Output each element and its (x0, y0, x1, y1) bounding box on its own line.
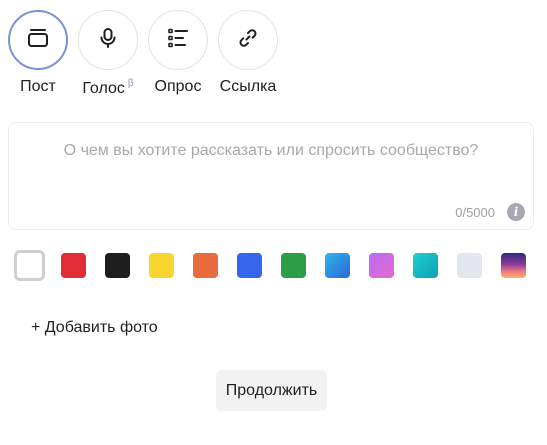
color-swatch-black[interactable] (105, 253, 130, 278)
post-text-input[interactable]: О чем вы хотите рассказать или спросить … (9, 142, 533, 160)
color-swatch-light-gray[interactable] (457, 253, 482, 278)
info-icon[interactable]: i (507, 203, 525, 221)
color-swatch-green[interactable] (281, 253, 306, 278)
post-compose-box[interactable]: О чем вы хотите рассказать или спросить … (8, 122, 534, 230)
color-swatch-sky-gradient[interactable] (325, 253, 350, 278)
color-swatch-yellow[interactable] (149, 253, 174, 278)
color-swatch-white[interactable] (14, 250, 45, 281)
color-swatch-orange[interactable] (193, 253, 218, 278)
add-photo-button[interactable]: + Добавить фото (31, 319, 158, 337)
color-swatch-blue[interactable] (237, 253, 262, 278)
post-type-poll-circle (148, 10, 208, 70)
post-type-voice-circle (78, 10, 138, 70)
microphone-icon (98, 27, 118, 54)
color-swatch-red[interactable] (61, 253, 86, 278)
post-type-link-button[interactable]: Ссылка (212, 10, 284, 100)
background-color-picker (14, 250, 534, 282)
post-type-link-circle (218, 10, 278, 70)
post-type-voice-label-text: Голос (82, 80, 125, 97)
poll-list-icon (167, 27, 189, 54)
post-type-selector: Пост Голос β Опрос Ссылка (0, 10, 300, 100)
post-type-link-label: Ссылка (219, 78, 277, 95)
color-swatch-violet-gradient[interactable] (369, 253, 394, 278)
color-swatch-teal-gradient[interactable] (413, 253, 438, 278)
continue-button[interactable]: Продолжить (216, 370, 327, 411)
post-card-icon (27, 27, 49, 54)
post-type-post-circle (8, 10, 68, 70)
color-swatch-sunset-gradient[interactable] (501, 253, 526, 278)
link-icon (237, 27, 259, 54)
character-counter: 0/5000 (455, 205, 495, 220)
